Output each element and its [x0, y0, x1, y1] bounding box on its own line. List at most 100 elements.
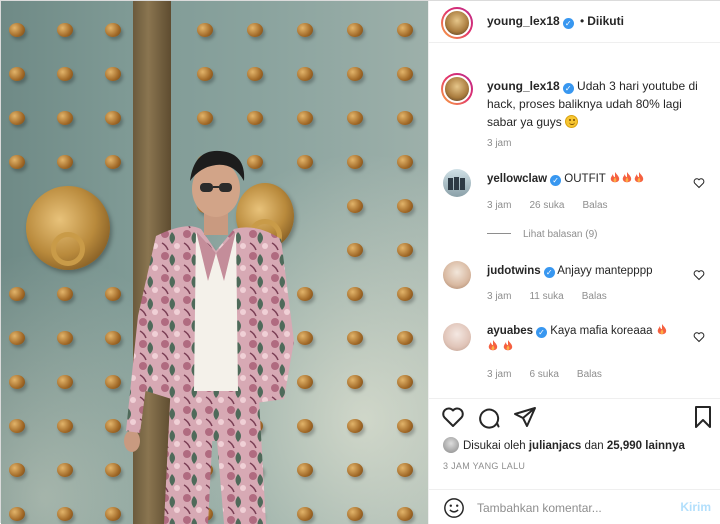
likes-prefix: Disukai oleh [463, 440, 526, 452]
door-stud [297, 23, 313, 37]
door-stud [397, 67, 413, 81]
smiling-face-icon [565, 115, 579, 128]
door-stud [57, 463, 73, 477]
door-stud [105, 23, 121, 37]
likes-count-button[interactable]: 25,990 lainnya [607, 440, 685, 452]
comment-like-count[interactable]: 26 suka [529, 200, 564, 211]
person-figure [124, 150, 294, 524]
comment-like-count[interactable]: 6 suka [529, 369, 558, 380]
comment-text: Anjayy mantepppp [557, 265, 653, 277]
likes-middle: dan [584, 440, 604, 452]
door-stud [397, 243, 413, 257]
comment-reply-button[interactable]: Balas [577, 369, 602, 380]
fire-icon [503, 340, 513, 351]
door-stud [397, 375, 413, 389]
door-stud [57, 419, 73, 433]
door-stud [297, 67, 313, 81]
liker-avatar[interactable] [443, 437, 459, 453]
door-stud [347, 419, 363, 433]
header-author-line: young_lex18 ✓ • Diikuti [487, 14, 624, 29]
door-stud [105, 67, 121, 81]
door-stud [9, 375, 25, 389]
comment-input[interactable] [477, 499, 657, 517]
door-stud [397, 23, 413, 37]
comment-bubble-icon[interactable] [477, 405, 501, 429]
post-photo[interactable] [1, 1, 428, 524]
commenter-avatar[interactable] [443, 261, 471, 289]
door-stud [57, 287, 73, 301]
door-stud [9, 463, 25, 477]
comment-item: judotwins ✓ Anjayy mantepppp [487, 263, 697, 279]
follow-status-button[interactable]: Diikuti [587, 14, 624, 28]
door-stud [347, 331, 363, 345]
door-stud [57, 331, 73, 345]
comment-like-heart-icon[interactable] [693, 177, 705, 189]
fire-icon [610, 172, 620, 183]
door-stud [297, 111, 313, 125]
comment-like-heart-icon[interactable] [693, 331, 705, 343]
door-stud [197, 111, 213, 125]
comment-time[interactable]: 3 jam [487, 291, 511, 302]
view-replies-button[interactable]: Lihat balasan (9) [487, 229, 598, 240]
comment-username[interactable]: ayuabes [487, 325, 533, 337]
like-heart-icon[interactable] [441, 405, 465, 429]
author-avatar[interactable] [441, 7, 473, 39]
save-bookmark-icon[interactable] [691, 405, 715, 429]
fire-icon [657, 324, 666, 335]
door-stud [397, 287, 413, 301]
comment-like-count[interactable]: 11 suka [529, 291, 563, 302]
comment-username[interactable]: yellowclaw [487, 173, 547, 185]
verified-badge-icon: ✓ [562, 83, 574, 94]
comment-time[interactable]: 3 jam [487, 200, 511, 211]
caption-author-avatar[interactable] [441, 73, 473, 105]
door-stud [9, 23, 25, 37]
comment-meta: 3 jam 26 suka Balas [487, 200, 626, 211]
view-replies-label: Lihat balasan (9) [523, 229, 598, 240]
door-stud [57, 111, 73, 125]
post-side-panel: young_lex18 ✓ • Diikuti young_lex18 ✓ Udah … [428, 1, 720, 524]
door-stud [347, 199, 363, 213]
commenter-avatar[interactable] [443, 323, 471, 351]
share-paper-plane-icon[interactable] [513, 405, 537, 429]
comments-scroll-area[interactable]: young_lex18 ✓ Udah 3 hari youtube di hack… [429, 43, 720, 398]
comment-reply-button[interactable]: Balas [582, 291, 607, 302]
verified-badge-icon: ✓ [562, 18, 574, 29]
send-comment-button[interactable]: Kirim [680, 500, 711, 514]
comment-username[interactable]: judotwins [487, 265, 541, 277]
door-stud [57, 375, 73, 389]
door-stud [347, 155, 363, 169]
door-stud [397, 155, 413, 169]
likes-summary: Disukai oleh julianjacs dan 25,990 lainn… [443, 437, 713, 453]
liker-username[interactable]: julianjacs [529, 440, 581, 452]
post-time-ago[interactable]: 3 JAM YANG LALU [443, 461, 525, 471]
door-stud [9, 287, 25, 301]
comment-meta: 3 jam 11 suka Balas [487, 291, 625, 302]
door-stud [397, 507, 413, 521]
header-separator: • [580, 14, 585, 28]
door-stud [247, 67, 263, 81]
comment-reply-button[interactable]: Balas [582, 200, 607, 211]
post-caption: young_lex18 ✓ Udah 3 hari youtube di hack… [487, 77, 712, 131]
author-username[interactable]: young_lex18 [487, 14, 560, 28]
verified-badge-icon: ✓ [543, 267, 555, 278]
verified-badge-icon: ✓ [536, 327, 548, 338]
door-stud [9, 419, 25, 433]
door-stud [397, 199, 413, 213]
emoji-picker-icon[interactable] [443, 497, 465, 519]
post-modal: young_lex18 ✓ • Diikuti young_lex18 ✓ Udah … [0, 0, 720, 524]
caption-timestamp[interactable]: 3 jam [487, 138, 511, 149]
door-stud [247, 23, 263, 37]
fire-icon [488, 340, 498, 351]
comment-time[interactable]: 3 jam [487, 369, 511, 380]
post-header: young_lex18 ✓ • Diikuti [429, 1, 720, 43]
door-stud [57, 23, 73, 37]
commenter-avatar[interactable] [443, 169, 471, 197]
door-stud [197, 23, 213, 37]
comment-like-heart-icon[interactable] [693, 269, 705, 281]
comment-meta: 3 jam 6 suka Balas [487, 369, 620, 380]
door-stud [197, 67, 213, 81]
door-stud [9, 111, 25, 125]
door-stud [347, 111, 363, 125]
post-action-bar [429, 398, 720, 432]
caption-username[interactable]: young_lex18 [487, 79, 560, 93]
